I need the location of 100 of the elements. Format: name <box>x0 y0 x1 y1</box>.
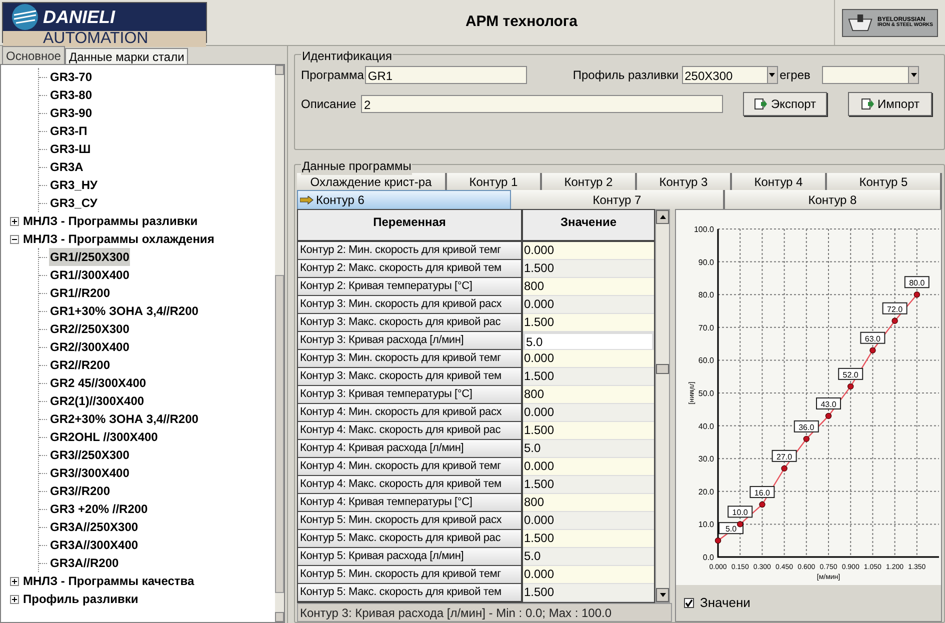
tree-item[interactable]: GR3-80 <box>49 86 94 104</box>
table-cell: Контур 4: Кривая температуры [°C] <box>298 494 523 512</box>
table-cell: Контур 3: Мин. скорость для кривой темг <box>298 350 523 368</box>
table-cell: Контур 2: Макс. скорость для кривой тем <box>298 260 523 278</box>
tree-item[interactable]: GR3//R200 <box>49 482 112 500</box>
data-point <box>914 292 920 298</box>
document-arrow-icon <box>754 98 768 110</box>
tree-item[interactable]: GR2OHL //300X400 <box>49 428 159 446</box>
caret-icon <box>660 593 666 597</box>
tree-item[interactable]: GR3A//300X400 <box>49 536 140 554</box>
value-label: 80.0 <box>904 276 930 288</box>
tick-label: 20.0 <box>698 487 714 496</box>
scrollbar[interactable] <box>655 209 670 603</box>
table-cell: 0.000 <box>523 458 654 476</box>
checkbox-label: Значени <box>700 594 750 612</box>
tab[interactable]: Контур 7 <box>511 190 725 210</box>
tab[interactable]: Контур 5 <box>827 173 942 191</box>
tree-item[interactable]: GR1+30% ЗОНА 3,4//R200 <box>49 302 200 320</box>
column-header[interactable]: Переменная <box>298 210 523 242</box>
value-label: 5.0 <box>718 522 744 534</box>
tab[interactable]: Контур 2 <box>542 173 637 191</box>
tree-item[interactable]: GR3A//R200 <box>49 554 120 572</box>
dropdown[interactable] <box>822 66 920 84</box>
data-point <box>781 465 788 472</box>
document-arrow-icon <box>860 98 875 110</box>
tree-item[interactable]: GR3//300X400 <box>49 464 130 482</box>
tree-item[interactable]: GR2+30% ЗОНА 3,4//R200 <box>49 410 200 428</box>
tree-node[interactable]: Профиль разливки <box>23 590 138 608</box>
tree-item[interactable]: GR3_НУ <box>49 176 98 194</box>
tree-item[interactable]: GR1//250X300 <box>49 248 130 266</box>
input-field[interactable]: 2 <box>361 95 723 113</box>
value-label: 36.0 <box>794 420 819 432</box>
table-cell: Контур 3: Макс. скорость для кривой тем <box>298 368 523 386</box>
tick-label: 90.0 <box>698 258 714 267</box>
value-label: 16.0 <box>750 486 775 498</box>
expand-icon[interactable] <box>10 216 19 226</box>
tree-item[interactable]: GR2//300X400 <box>49 338 130 356</box>
tree-item[interactable]: GR2//R200 <box>49 356 112 374</box>
table-cell: 0.000 <box>523 350 654 368</box>
tree-item[interactable]: GR3//250X300 <box>49 446 130 464</box>
button[interactable]: Экспорт <box>743 92 827 116</box>
caret-icon <box>660 215 666 219</box>
data-point <box>714 538 722 544</box>
tree-item[interactable]: GR2//250X300 <box>49 320 130 338</box>
table-cell: Контур 5: Кривая расхода [л/мин] <box>298 548 523 566</box>
tab[interactable]: Контур 8 <box>725 190 942 210</box>
tree-item[interactable]: GR3_СУ <box>49 194 98 212</box>
collapse-icon[interactable] <box>10 234 19 244</box>
table-cell: Контур 3: Кривая расхода [л/мин] <box>298 332 523 350</box>
table-cell: Контур 2: Мин. скорость для кривой темг <box>298 242 523 260</box>
table-cell: 0.000 <box>523 566 654 584</box>
input-field[interactable]: GR1 <box>364 66 527 84</box>
dropdown[interactable]: 250X300 <box>682 66 778 84</box>
table-cell: 800 <box>523 278 654 296</box>
field-label: егрев <box>780 67 810 84</box>
tree-item[interactable]: GR3A//250X300 <box>49 518 140 536</box>
tab[interactable]: Контур 1 <box>447 173 542 191</box>
table-cell: Контур 5: Мин. скорость для кривой темг <box>298 566 523 584</box>
logo-text: AUTOMATION <box>43 31 148 47</box>
table-cell: Контур 4: Кривая расхода [л/мин] <box>298 440 523 458</box>
table-cell: 0.000 <box>523 242 654 260</box>
tree-item[interactable]: GR3 +20% //R200 <box>49 500 149 518</box>
tree-item[interactable]: GR1//300X400 <box>49 266 130 284</box>
tab[interactable]: Данные марки стали <box>64 48 188 64</box>
table-cell: Контур 3: Кривая температуры [°C] <box>298 386 523 404</box>
column-header[interactable]: Значение <box>523 210 654 242</box>
tick-label: 100.0 <box>694 225 714 234</box>
expand-icon[interactable] <box>10 594 19 604</box>
value-label: 10.0 <box>728 506 753 518</box>
data-point <box>803 436 810 442</box>
table-cell: Контур 2: Кривая температуры [°C] <box>298 278 523 296</box>
table-cell: Контур 3: Макс. скорость для кривой рас <box>298 314 523 332</box>
expand-icon[interactable] <box>10 576 19 586</box>
tree-item[interactable]: GR3-Ш <box>49 140 92 158</box>
tab[interactable]: Контур 3 <box>637 173 732 191</box>
tree-item[interactable]: GR1//R200 <box>49 284 112 302</box>
scrollbar[interactable] <box>275 65 284 622</box>
tab[interactable]: Контур 6 <box>297 190 511 210</box>
table-cell: Контур 5: Мин. скорость для кривой расх <box>298 512 523 530</box>
checkbox[interactable] <box>684 598 694 608</box>
field-label: Профиль разливки <box>572 67 679 84</box>
tree-item[interactable]: GR3-70 <box>49 68 94 86</box>
tree-node[interactable]: МНЛЗ - Программы разливки <box>23 212 198 230</box>
tree-item[interactable]: GR2 45//300X400 <box>49 374 148 392</box>
tree-item[interactable]: GR3A <box>49 158 84 176</box>
tree-node[interactable]: МНЛЗ - Программы качества <box>23 572 194 590</box>
tree-node[interactable]: МНЛЗ - Программы охлаждения <box>23 230 214 248</box>
input-field[interactable]: 5.0 <box>523 332 654 350</box>
scroll-thumb[interactable] <box>275 275 284 593</box>
tab[interactable]: Контур 4 <box>732 173 827 191</box>
tree-item[interactable]: GR2(1)//300X400 <box>49 392 146 410</box>
button[interactable]: Импорт <box>848 92 932 116</box>
table-cell: 1.500 <box>523 314 654 332</box>
data-point <box>892 318 898 324</box>
scroll-thumb[interactable] <box>656 364 669 374</box>
tree-item[interactable]: GR3-П <box>49 122 88 140</box>
tab[interactable]: Основное <box>2 46 65 64</box>
tree-item[interactable]: GR3-90 <box>49 104 94 122</box>
ladle-icon <box>847 12 874 32</box>
table-cell: Контур 5: Макс. скорость для кривой рас <box>298 530 523 548</box>
